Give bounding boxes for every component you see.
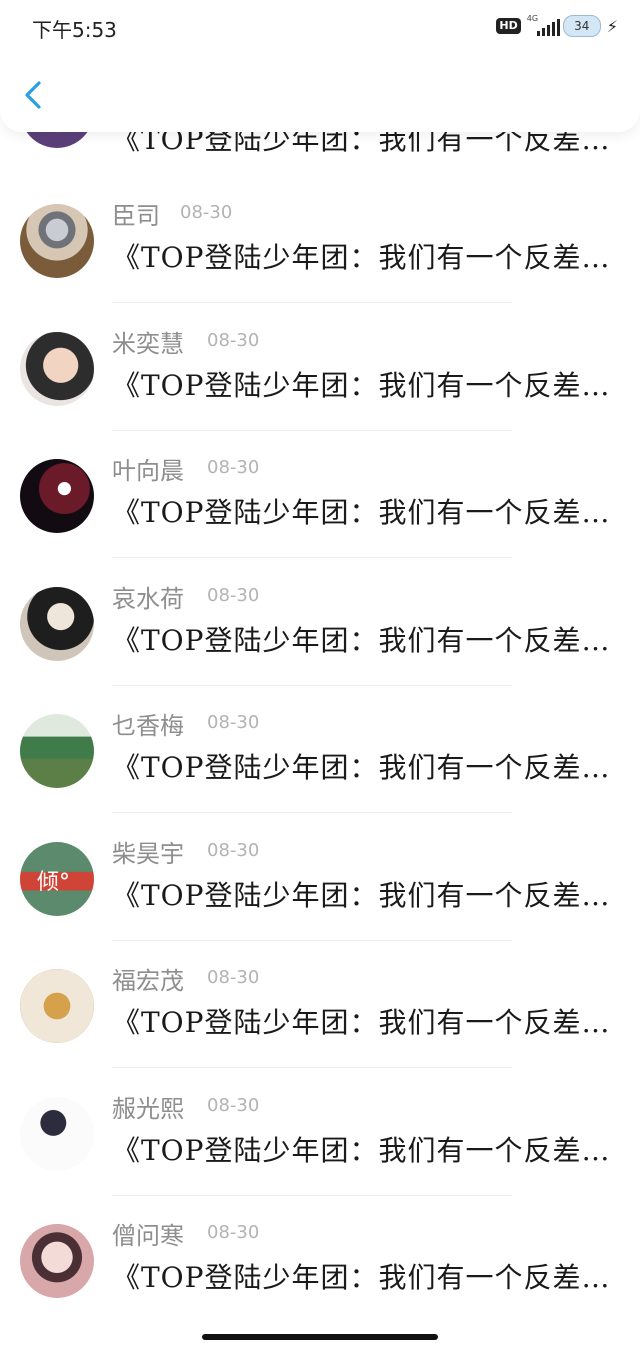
list-item[interactable]: 叶向晨 08-30 《TOP登陆少年团：我们有一个反差… bbox=[0, 447, 640, 575]
user-name: 柴昊宇 bbox=[112, 840, 184, 868]
list-item[interactable]: 僧问寒 08-30 《TOP登陆少年团：我们有一个反差… bbox=[0, 1212, 640, 1340]
user-name: 哀水荷 bbox=[112, 585, 184, 613]
divider bbox=[112, 557, 512, 558]
chevron-left-icon bbox=[25, 81, 41, 109]
comment-date: 08-30 bbox=[207, 585, 260, 606]
comment-title: 《TOP登陆少年团：我们有一个反差… bbox=[112, 1134, 611, 1167]
comment-title: 《TOP登陆少年团：我们有一个反差… bbox=[112, 369, 611, 402]
divider bbox=[112, 302, 512, 303]
charging-icon: ⚡ bbox=[606, 16, 618, 36]
list-item[interactable]: 倾° 柴昊宇 08-30 《TOP登陆少年团：我们有一个反差… bbox=[0, 830, 640, 958]
home-indicator[interactable] bbox=[202, 1334, 438, 1340]
comment-list: 《TOP登陆少年团：我们有一个反差… 臣司 08-30 《TOP登陆少年团：我们… bbox=[0, 0, 640, 1351]
status-icons: HD 4G 34 ⚡ bbox=[496, 12, 618, 40]
user-name: 乜香梅 bbox=[112, 712, 184, 740]
avatar-text: 倾° bbox=[37, 870, 71, 895]
avatar bbox=[20, 969, 94, 1043]
back-button[interactable] bbox=[18, 78, 52, 112]
hd-icon: HD bbox=[496, 18, 521, 34]
list-item[interactable]: 臣司 08-30 《TOP登陆少年团：我们有一个反差… bbox=[0, 192, 640, 320]
avatar bbox=[20, 1097, 94, 1171]
list-item[interactable]: 米奕慧 08-30 《TOP登陆少年团：我们有一个反差… bbox=[0, 320, 640, 448]
comment-title: 《TOP登陆少年团：我们有一个反差… bbox=[112, 496, 611, 529]
comment-title: 《TOP登陆少年团：我们有一个反差… bbox=[112, 879, 611, 912]
divider bbox=[112, 1067, 512, 1068]
divider bbox=[112, 685, 512, 686]
status-time: 下午5:53 bbox=[32, 18, 117, 42]
avatar bbox=[20, 587, 94, 661]
list-item[interactable]: 乜香梅 08-30 《TOP登陆少年团：我们有一个反差… bbox=[0, 702, 640, 830]
status-bar: 下午5:53 HD 4G 34 ⚡ bbox=[0, 0, 640, 52]
comment-date: 08-30 bbox=[207, 967, 260, 988]
list-item[interactable]: 哀水荷 08-30 《TOP登陆少年团：我们有一个反差… bbox=[0, 575, 640, 703]
comment-date: 08-30 bbox=[207, 457, 260, 478]
divider bbox=[112, 940, 512, 941]
comment-title: 《TOP登陆少年团：我们有一个反差… bbox=[112, 751, 611, 784]
comment-date: 08-30 bbox=[207, 1095, 260, 1116]
user-name: 福宏茂 bbox=[112, 967, 184, 995]
avatar bbox=[20, 714, 94, 788]
list-item[interactable]: 赧光熙 08-30 《TOP登陆少年团：我们有一个反差… bbox=[0, 1085, 640, 1213]
comment-title: 《TOP登陆少年团：我们有一个反差… bbox=[112, 1006, 611, 1039]
comment-title: 《TOP登陆少年团：我们有一个反差… bbox=[112, 1261, 611, 1294]
nav-bar bbox=[0, 52, 640, 132]
user-name: 叶向晨 bbox=[112, 457, 184, 485]
comment-date: 08-30 bbox=[207, 1222, 260, 1243]
battery-icon: 34 bbox=[562, 15, 601, 37]
comment-title: 《TOP登陆少年团：我们有一个反差… bbox=[112, 241, 611, 274]
comment-date: 08-30 bbox=[207, 840, 260, 861]
divider bbox=[112, 430, 512, 431]
divider bbox=[112, 1195, 512, 1196]
avatar bbox=[20, 332, 94, 406]
avatar: 倾° bbox=[20, 842, 94, 916]
comment-title: 《TOP登陆少年团：我们有一个反差… bbox=[112, 624, 611, 657]
user-name: 米奕慧 bbox=[112, 330, 184, 358]
user-name: 僧问寒 bbox=[112, 1222, 184, 1250]
avatar bbox=[20, 1224, 94, 1298]
comment-date: 08-30 bbox=[207, 330, 260, 351]
avatar bbox=[20, 459, 94, 533]
user-name: 赧光熙 bbox=[112, 1095, 184, 1123]
avatar bbox=[20, 204, 94, 278]
user-name: 臣司 bbox=[112, 202, 160, 230]
comment-date: 08-30 bbox=[180, 202, 233, 223]
divider bbox=[112, 812, 512, 813]
comment-date: 08-30 bbox=[207, 712, 260, 733]
list-item[interactable]: 福宏茂 08-30 《TOP登陆少年团：我们有一个反差… bbox=[0, 957, 640, 1085]
battery-level: 34 bbox=[574, 19, 590, 33]
signal-icon: 4G bbox=[527, 14, 560, 38]
